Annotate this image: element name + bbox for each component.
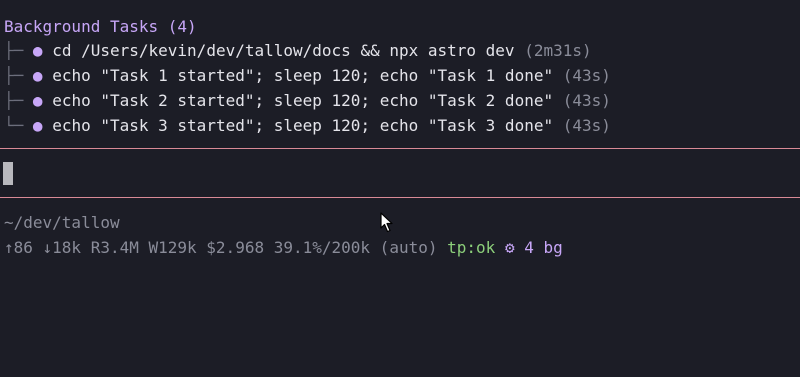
task-row-1[interactable]: ├─ ● echo "Task 1 started"; sleep 120; e… xyxy=(4,64,611,88)
status-bar: ↑86 ↓18k R3.4M W129k $2.968 39.1%/200k (… xyxy=(4,236,563,260)
bullet-dot-icon: ● xyxy=(32,66,43,85)
current-directory: ~/dev/tallow xyxy=(4,213,120,232)
token-cost-stats: ↑86 ↓18k R3.4M W129k $2.968 39.1%/200k (… xyxy=(4,238,438,257)
task-duration: (43s) xyxy=(562,116,611,135)
mouse-pointer-icon xyxy=(380,212,393,233)
bullet-dot-icon: ● xyxy=(32,41,43,60)
task-duration: (2m31s) xyxy=(524,41,592,60)
task-command: echo "Task 1 started"; sleep 120; echo "… xyxy=(52,66,554,85)
tree-branch: ├─ xyxy=(4,41,24,60)
text-cursor xyxy=(3,162,13,185)
tree-branch: └─ xyxy=(4,116,24,135)
prompt-input[interactable] xyxy=(0,150,800,197)
bullet-dot-icon: ● xyxy=(32,116,43,135)
input-top-divider xyxy=(0,148,800,149)
background-count: 4 bg xyxy=(524,238,563,257)
background-tasks-title: Background Tasks (4) xyxy=(4,17,197,36)
task-command: echo "Task 3 started"; sleep 120; echo "… xyxy=(52,116,554,135)
input-bottom-divider xyxy=(0,197,800,198)
task-command: cd /Users/kevin/dev/tallow/docs && npx a… xyxy=(52,41,515,60)
task-duration: (43s) xyxy=(562,91,611,110)
task-row-dev-server[interactable]: ├─ ● cd /Users/kevin/dev/tallow/docs && … xyxy=(4,39,592,63)
tp-status: tp:ok xyxy=(447,238,496,257)
task-row-3[interactable]: └─ ● echo "Task 3 started"; sleep 120; e… xyxy=(4,114,611,138)
task-duration: (43s) xyxy=(562,66,611,85)
task-row-2[interactable]: ├─ ● echo "Task 2 started"; sleep 120; e… xyxy=(4,89,611,113)
gear-icon: ⚙ xyxy=(504,238,515,257)
tree-branch: ├─ xyxy=(4,91,24,110)
tree-branch: ├─ xyxy=(4,66,24,85)
task-command: echo "Task 2 started"; sleep 120; echo "… xyxy=(52,91,554,110)
bullet-dot-icon: ● xyxy=(32,91,43,110)
